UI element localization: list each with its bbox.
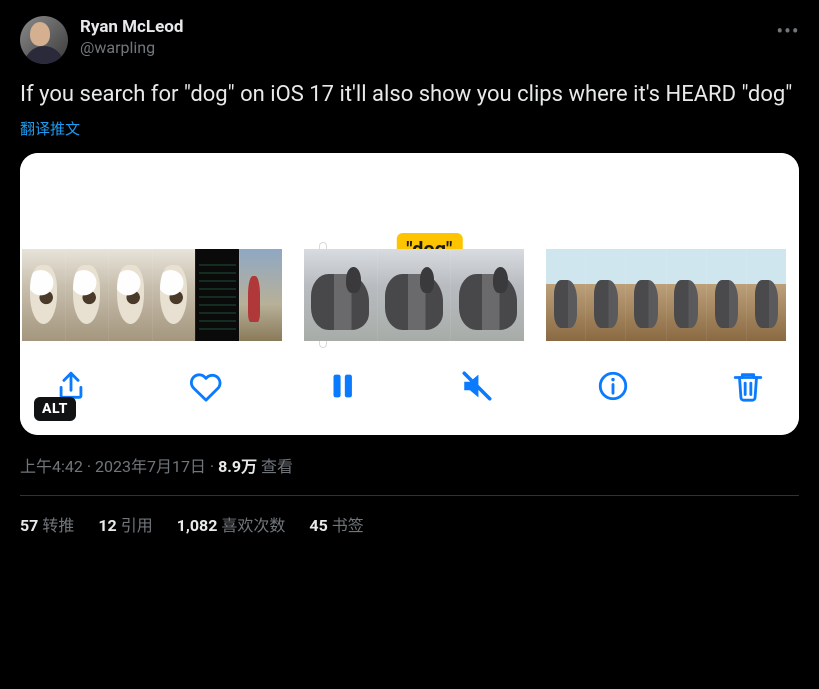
clip-group[interactable] xyxy=(22,249,282,341)
tweet-date[interactable]: 2023年7月17日 xyxy=(95,457,206,476)
quotes-stat[interactable]: 12 引用 xyxy=(98,512,152,536)
like-button[interactable] xyxy=(185,365,227,407)
clip-frame xyxy=(108,249,152,341)
info-icon xyxy=(596,369,630,403)
more-button[interactable]: ••• xyxy=(771,14,805,48)
clip-frame xyxy=(585,249,625,341)
clip-frame xyxy=(239,249,283,341)
pause-button[interactable] xyxy=(321,365,363,407)
avatar[interactable] xyxy=(20,16,68,64)
retweets-label: 转推 xyxy=(42,516,74,535)
divider xyxy=(20,495,799,496)
translate-link[interactable]: 翻译推文 xyxy=(20,118,80,139)
clip-frame xyxy=(22,249,65,341)
quotes-count: 12 xyxy=(98,516,116,535)
tweet-container: Ryan McLeod @warpling ••• If you search … xyxy=(0,0,819,556)
clip-frame xyxy=(450,249,524,341)
bookmarks-count: 45 xyxy=(309,516,327,535)
alt-badge[interactable]: ALT xyxy=(34,397,76,421)
clip-frame xyxy=(152,249,196,341)
clip-frame xyxy=(304,249,377,341)
views-count[interactable]: 8.9万 xyxy=(218,457,257,476)
clip-frame xyxy=(625,249,665,341)
clip-frame xyxy=(377,249,451,341)
display-name: Ryan McLeod xyxy=(80,16,183,38)
stats-row: 57转推 12 引用 1,082喜欢次数 45 书签 xyxy=(20,512,799,536)
clip-group[interactable] xyxy=(304,249,524,341)
likes-label: 喜欢次数 xyxy=(221,516,285,535)
quotes-label: 引用 xyxy=(121,516,153,535)
media-card[interactable]: "dog" xyxy=(20,153,799,435)
more-icon: ••• xyxy=(776,21,799,41)
likes-count: 1,082 xyxy=(177,516,218,535)
bookmarks-stat[interactable]: 45 书签 xyxy=(309,512,363,536)
media-toolbar xyxy=(20,341,799,435)
tweet-header: Ryan McLeod @warpling xyxy=(20,16,799,64)
delete-button[interactable] xyxy=(727,365,769,407)
pause-icon xyxy=(325,369,359,403)
likes-stat[interactable]: 1,082喜欢次数 xyxy=(177,512,286,536)
tweet-text: If you search for "dog" on iOS 17 it'll … xyxy=(20,80,799,110)
clip-frame xyxy=(546,249,585,341)
tweet-time[interactable]: 上午4:42 xyxy=(20,457,83,476)
clip-frame xyxy=(746,249,786,341)
clip-frame xyxy=(195,249,239,341)
trash-icon xyxy=(731,369,765,403)
mute-icon xyxy=(460,369,494,403)
retweets-stat[interactable]: 57转推 xyxy=(20,512,74,536)
tweet-meta: 上午4:42 · 2023年7月17日 · 8.9万 查看 xyxy=(20,453,799,477)
clip-group[interactable] xyxy=(546,249,786,341)
mute-button[interactable] xyxy=(456,365,498,407)
user-info[interactable]: Ryan McLeod @warpling xyxy=(80,16,183,59)
user-handle: @warpling xyxy=(80,38,183,59)
clip-frame xyxy=(706,249,746,341)
clip-frame xyxy=(666,249,706,341)
heart-icon xyxy=(189,369,223,403)
retweets-count: 57 xyxy=(20,516,38,535)
bookmarks-label: 书签 xyxy=(332,516,364,535)
views-label: 查看 xyxy=(261,457,293,476)
info-button[interactable] xyxy=(592,365,634,407)
video-scrubber[interactable] xyxy=(20,249,799,341)
clip-frame xyxy=(65,249,109,341)
